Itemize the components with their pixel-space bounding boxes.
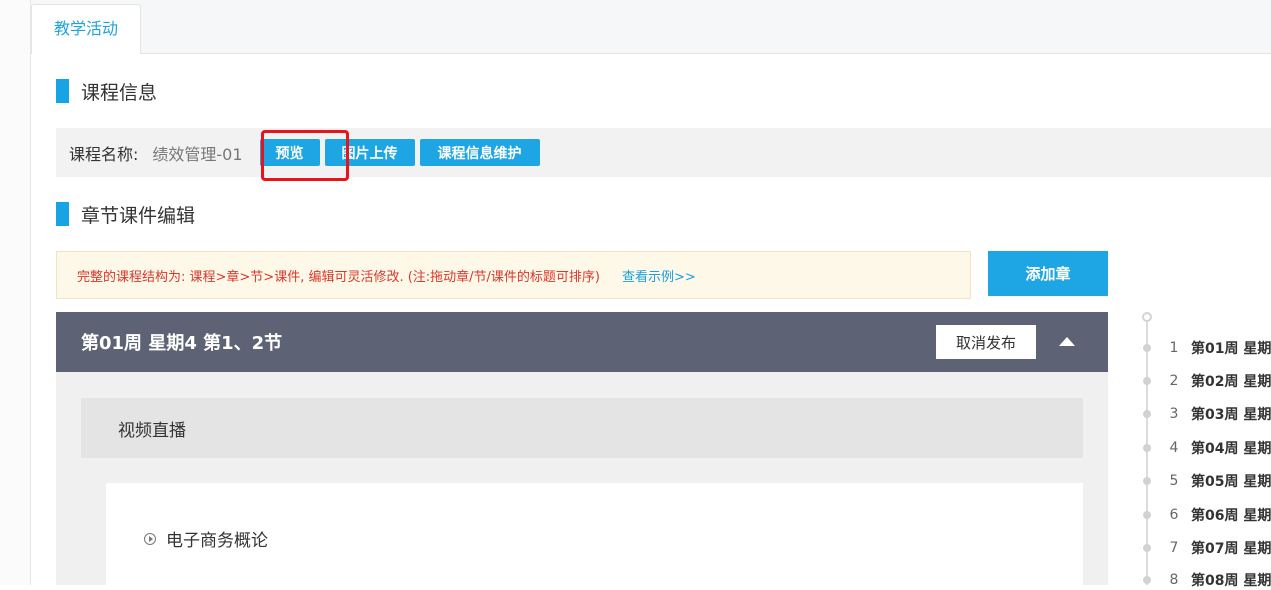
chapter-timeline: 1 第01周 星期 2 第02周 星期 3 第03周 星期 4 第04周 星期 … (1138, 310, 1271, 589)
timeline-item[interactable]: 4 第04周 星期 (1138, 438, 1271, 458)
timeline-item-label: 第01周 星期 (1191, 341, 1271, 357)
timeline-item-label: 第05周 星期 (1191, 474, 1271, 490)
add-chapter-button[interactable]: 添加章 (988, 251, 1108, 296)
course-item[interactable]: 电子商务概论 (144, 526, 268, 551)
chapter-edit-heading-text: 章节课件编辑 (81, 204, 196, 227)
timeline-dot (1143, 410, 1151, 418)
course-item-container: 电子商务概论 (106, 483, 1083, 585)
timeline-item-label: 第04周 星期 (1191, 441, 1271, 457)
timeline-item-number: 2 (1169, 373, 1179, 389)
course-info-heading-text: 课程信息 (81, 81, 158, 104)
chapter-header[interactable]: 第01周 星期4 第1、2节 取消发布 (56, 312, 1108, 372)
timeline-dot (1143, 576, 1151, 584)
timeline-item-label: 第06周 星期 (1191, 508, 1271, 524)
timeline-item-label: 第03周 星期 (1191, 407, 1271, 423)
view-example-link[interactable]: 查看示例>> (622, 266, 696, 285)
timeline-dot (1143, 511, 1151, 519)
timeline-item[interactable]: 2 第02周 星期 (1138, 371, 1271, 391)
timeline-dot (1143, 444, 1151, 452)
timeline-item-number: 5 (1169, 473, 1179, 489)
timeline-item-number: 6 (1169, 507, 1179, 523)
play-circle-icon (144, 532, 156, 545)
chapter-title: 第01周 星期4 第1、2节 (81, 333, 283, 354)
timeline-item-label: 第07周 星期 (1191, 541, 1271, 557)
timeline-item-number: 7 (1169, 540, 1179, 556)
timeline-item-number: 8 (1169, 572, 1179, 588)
timeline-item[interactable]: 8 第08周 星期 (1138, 570, 1271, 590)
timeline-item[interactable]: 6 第06周 星期 (1138, 505, 1271, 525)
timeline-item-number: 1 (1169, 340, 1179, 356)
maintain-course-info-button[interactable]: 课程信息维护 (419, 139, 540, 166)
highlight-box (261, 130, 349, 181)
tab-bar: 教学活动 (31, 0, 1271, 54)
heading-accent-bar (56, 79, 69, 103)
course-info-row: 课程名称: 绩效管理-01 预览 图片上传 课程信息维护 (56, 128, 1271, 177)
tab-teaching-activities[interactable]: 教学活动 (31, 4, 141, 54)
course-name-label: 课程名称: (69, 144, 139, 164)
timeline-dot (1143, 377, 1151, 385)
timeline-item-number: 4 (1169, 440, 1179, 456)
notice-text: 完整的课程结构为: 课程>章>节>课件, 编辑可灵活修改. (注:拖动章/节/课… (77, 269, 601, 285)
heading-accent-bar (56, 202, 69, 226)
chapter-panel: 第01周 星期4 第1、2节 取消发布 视频直播 电子商务概论 (56, 312, 1108, 585)
structure-notice: 完整的课程结构为: 课程>章>节>课件, 编辑可灵活修改. (注:拖动章/节/课… (56, 251, 971, 299)
cancel-publish-button[interactable]: 取消发布 (936, 325, 1036, 359)
left-gutter (0, 0, 31, 585)
chapter-edit-heading: 章节课件编辑 (56, 201, 195, 227)
section-title: 视频直播 (118, 420, 186, 441)
timeline-item-number: 3 (1169, 406, 1179, 422)
timeline-dot (1143, 344, 1151, 352)
course-item-title: 电子商务概论 (166, 531, 268, 551)
course-name-value: 绩效管理-01 (152, 144, 243, 164)
timeline-dot (1143, 544, 1151, 552)
timeline-dot (1143, 477, 1151, 485)
timeline-item[interactable]: 7 第07周 星期 (1138, 538, 1271, 558)
timeline-start-dot (1142, 312, 1152, 322)
timeline-item-label: 第02周 星期 (1191, 374, 1271, 390)
timeline-item-label: 第08周 星期 (1191, 573, 1271, 589)
course-info-heading: 课程信息 (56, 78, 157, 104)
timeline-item[interactable]: 5 第05周 星期 (1138, 471, 1271, 491)
section-header[interactable]: 视频直播 (81, 398, 1083, 458)
timeline-item[interactable]: 3 第03周 星期 (1138, 404, 1271, 424)
timeline-item[interactable]: 1 第01周 星期 (1138, 338, 1271, 358)
collapse-up-icon[interactable] (1059, 337, 1075, 346)
